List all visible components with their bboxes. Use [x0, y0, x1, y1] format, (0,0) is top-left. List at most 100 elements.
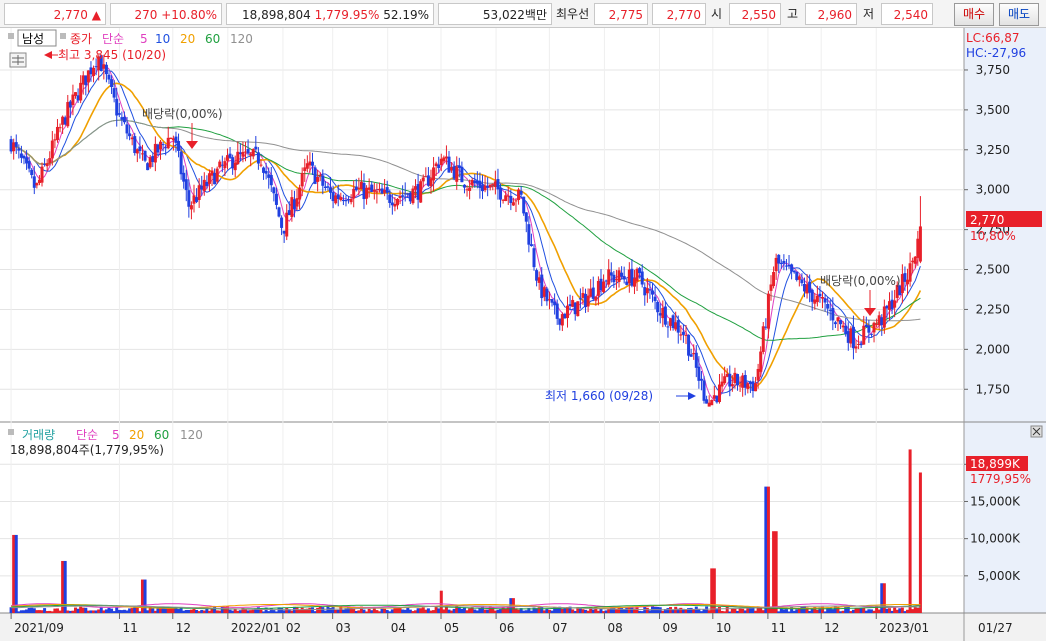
volume-bar: [839, 611, 843, 613]
candle-body: [831, 307, 835, 321]
current-price: 2,770: [53, 8, 88, 22]
candle-body: [499, 187, 503, 200]
volume-bar: [27, 607, 31, 613]
candle-body: [818, 293, 822, 297]
candle-body: [867, 325, 871, 333]
candle-body: [354, 186, 358, 191]
turnover-ratio: 52.19%: [383, 8, 429, 22]
volume-value: 18,898,804: [242, 8, 311, 22]
candle-body: [365, 187, 369, 199]
volume-bar: [754, 610, 758, 613]
stock-chart[interactable]: 남성 종가 단순 5 10 20 60 120 최고 3,845 (10/20)…: [0, 28, 1046, 641]
candle-body: [849, 328, 853, 344]
candle-body: [609, 272, 613, 276]
candle-body: [542, 287, 546, 297]
candle-body: [439, 158, 443, 165]
volume-bar: [357, 610, 361, 613]
volume-bar: [207, 610, 211, 613]
volume-bar: [578, 607, 582, 613]
volume-bar: [375, 610, 379, 613]
volume-bar: [911, 609, 915, 613]
candle-body: [398, 196, 402, 199]
volume-bar: [133, 607, 137, 613]
volume-bar: [30, 607, 34, 613]
candle-body: [419, 181, 423, 203]
candle-body: [594, 296, 598, 301]
volume-bar: [774, 531, 778, 613]
candle-body: [251, 149, 255, 157]
volume-bar: [846, 606, 850, 613]
volume-bar: [728, 611, 732, 613]
candle-body: [452, 166, 456, 179]
candle-body: [107, 74, 111, 80]
candle-body: [9, 139, 13, 152]
candle-body: [841, 325, 845, 328]
candle-body: [280, 217, 284, 228]
volume-bar: [903, 611, 907, 613]
candle-body: [262, 167, 266, 173]
candle-body: [653, 296, 657, 302]
volume-bar: [40, 610, 44, 613]
candle-body: [808, 281, 812, 293]
candle-body: [336, 194, 340, 200]
volume-ratio: 1,779.95%: [314, 8, 380, 22]
candle-body: [128, 133, 132, 137]
candle-body: [308, 161, 312, 166]
candle-body: [403, 193, 407, 195]
volume-legend-icon[interactable]: [8, 429, 14, 435]
volume-bar: [671, 609, 675, 613]
candle-body: [547, 299, 551, 301]
candle-body: [661, 307, 665, 319]
candle-body: [146, 163, 150, 171]
candle-body: [890, 299, 894, 310]
volume-bar: [736, 610, 740, 613]
volume-bar: [115, 607, 119, 613]
volume-bar: [571, 609, 575, 613]
volume-bar: [496, 609, 500, 613]
volume-bar: [177, 609, 181, 613]
sell-button[interactable]: 매도: [999, 3, 1039, 26]
candle-body: [779, 262, 783, 265]
volume-bar: [766, 486, 770, 613]
candle-body: [256, 152, 260, 164]
chart-area[interactable]: 남성 종가 단순 5 10 20 60 120 최고 3,845 (10/20)…: [0, 28, 1046, 641]
candle-body: [821, 296, 825, 299]
volume-bar: [416, 608, 420, 613]
candle-body: [318, 174, 322, 176]
best-quote-label: 최우선: [556, 7, 590, 21]
price-tick-label: 3,750: [976, 63, 1010, 77]
volume-bar: [586, 610, 590, 613]
candle-body: [746, 383, 750, 389]
candle-body: [244, 151, 248, 153]
x-tick-label: 09: [663, 621, 678, 635]
legend-toggle-icon[interactable]: [60, 33, 66, 39]
candle-body: [756, 368, 760, 381]
volume-bar: [300, 607, 304, 613]
volume-bar: [743, 610, 747, 613]
volume-bar: [74, 607, 78, 613]
legend-collapse-icon[interactable]: [8, 33, 14, 39]
volume-bar: [506, 607, 510, 613]
candle-body: [50, 140, 54, 159]
candle-body: [357, 187, 361, 189]
volume-bar: [509, 598, 513, 613]
up-arrow-icon: ▲: [91, 8, 101, 22]
volume-bar: [867, 609, 871, 613]
candle-body: [416, 184, 420, 200]
candle-body: [277, 207, 281, 217]
candle-body: [432, 167, 436, 181]
candle-body: [903, 273, 907, 282]
candle-body: [736, 374, 740, 386]
candle-body: [310, 161, 314, 166]
dividend-note-2: 배당락(0,00%): [820, 274, 901, 288]
buy-button[interactable]: 매수: [954, 3, 994, 26]
volume-bar: [885, 608, 889, 613]
candle-body: [545, 288, 549, 302]
candle-body: [689, 354, 693, 357]
best-ask: 2,775: [594, 3, 648, 25]
candle-body: [632, 278, 636, 287]
candle-body: [385, 187, 389, 193]
volume-bar: [310, 607, 314, 613]
candle-body: [151, 156, 155, 162]
volume-bar: [725, 607, 729, 613]
